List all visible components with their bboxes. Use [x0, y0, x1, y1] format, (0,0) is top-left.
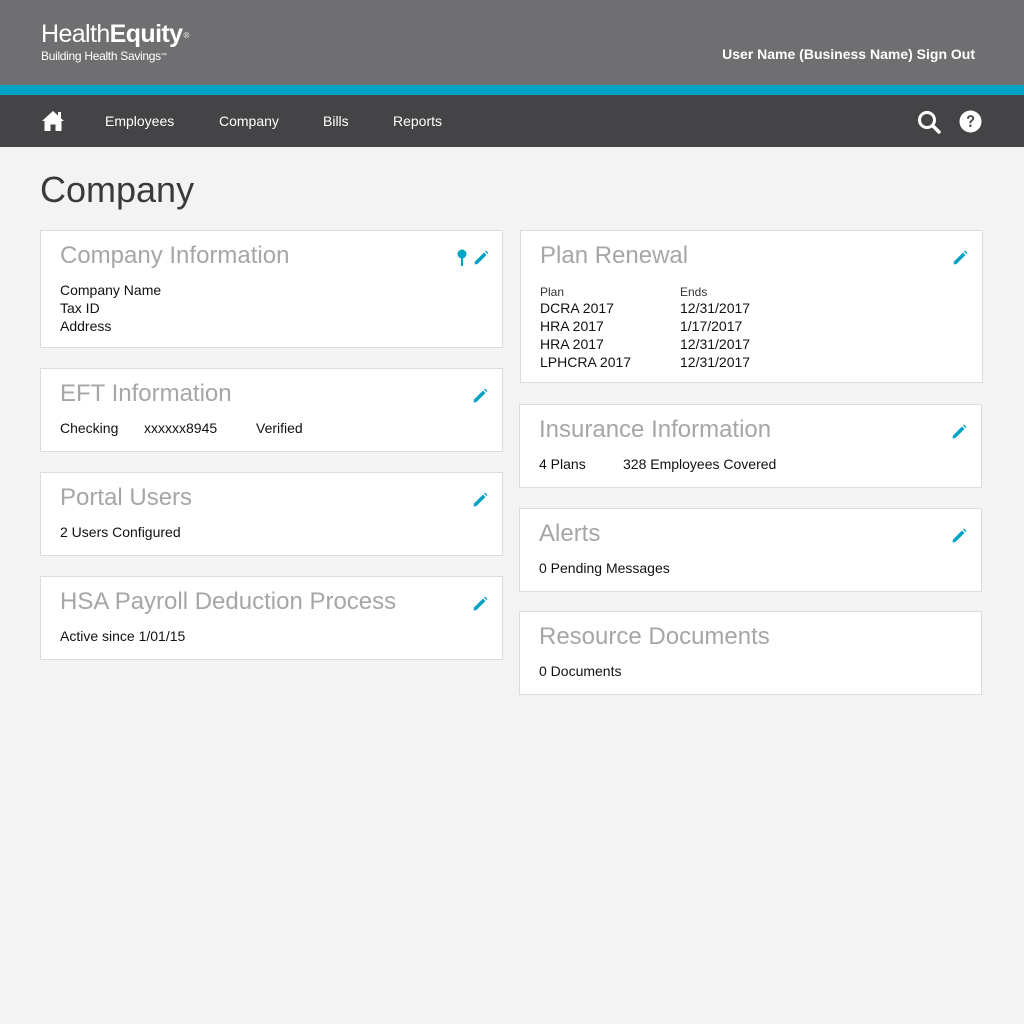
logo-word-equity: Equity: [109, 20, 183, 48]
plan-renewal-title: Plan Renewal: [540, 242, 689, 269]
top-header: HealthEquity® Building Health Savings™ U…: [0, 0, 1024, 85]
eft-information-title: EFT Information: [60, 380, 232, 407]
edit-pencil-icon[interactable]: [472, 596, 488, 612]
insurance-employees-covered: 328 Employees Covered: [623, 456, 777, 472]
search-icon[interactable]: [917, 110, 941, 134]
home-icon[interactable]: [41, 110, 65, 132]
edit-pencil-icon[interactable]: [473, 250, 489, 266]
plan-row-name: DCRA 2017: [540, 300, 614, 316]
help-icon[interactable]: [959, 110, 982, 133]
insurance-plan-count: 4 Plans: [539, 456, 586, 472]
company-information-title: Company Information: [60, 242, 290, 269]
alerts-card: Alerts 0 Pending Messages: [519, 508, 982, 592]
plan-row-end: 1/17/2017: [680, 318, 743, 334]
insurance-information-title: Insurance Information: [539, 416, 772, 443]
eft-information-card: EFT Information Checking xxxxxx8945 Veri…: [40, 368, 503, 452]
plan-row-end: 12/31/2017: [680, 300, 751, 316]
hsa-payroll-title: HSA Payroll Deduction Process: [60, 588, 397, 615]
address-label: Address: [60, 318, 112, 334]
plan-row-end: 12/31/2017: [680, 336, 751, 352]
main-nav: Employees Company Bills Reports: [0, 95, 1024, 147]
tax-id-label: Tax ID: [60, 300, 100, 316]
nav-employees[interactable]: Employees: [105, 113, 174, 129]
portal-users-title: Portal Users: [60, 484, 193, 511]
resource-documents-card: Resource Documents 0 Documents: [519, 611, 982, 695]
nav-bills[interactable]: Bills: [323, 113, 349, 129]
logo-trademark: ®: [183, 31, 189, 40]
eft-account-number: xxxxxx8945: [144, 420, 218, 436]
alerts-pending-messages: 0 Pending Messages: [539, 560, 670, 576]
logo-word-health: Health: [41, 20, 110, 48]
logo-tagline-text: Building Health Savings: [41, 49, 161, 63]
accent-stripe: [0, 85, 1024, 95]
user-signout-link[interactable]: User Name (Business Name) Sign Out: [722, 46, 975, 62]
resource-documents-title: Resource Documents: [539, 623, 770, 650]
plan-renewal-card: Plan Renewal Plan Ends DCRA 2017 12/31/2…: [520, 230, 983, 383]
plan-row-name: HRA 2017: [540, 318, 604, 334]
edit-pencil-icon[interactable]: [951, 528, 967, 544]
company-information-card: Company Information Company Name Tax ID …: [40, 230, 503, 348]
edit-pencil-icon[interactable]: [472, 388, 488, 404]
edit-pencil-icon[interactable]: [952, 250, 968, 266]
logo-tagline: Building Health Savings™: [41, 49, 189, 63]
logo-wordmark: HealthEquity®: [41, 20, 189, 48]
plan-row-name: HRA 2017: [540, 336, 604, 352]
eft-status: Verified: [256, 420, 303, 436]
location-pin-icon[interactable]: [456, 249, 468, 267]
hsa-payroll-status: Active since 1/01/15: [60, 628, 186, 644]
insurance-information-card: Insurance Information 4 Plans 328 Employ…: [519, 404, 982, 488]
portal-users-count: 2 Users Configured: [60, 524, 181, 540]
portal-users-card: Portal Users 2 Users Configured: [40, 472, 503, 556]
nav-reports[interactable]: Reports: [393, 113, 442, 129]
resource-documents-count: 0 Documents: [539, 663, 622, 679]
alerts-title: Alerts: [539, 520, 601, 547]
plan-row-name: LPHCRA 2017: [540, 354, 632, 370]
logo-tagline-mark: ™: [160, 53, 167, 59]
healthequity-logo[interactable]: HealthEquity® Building Health Savings™: [41, 20, 189, 63]
nav-company[interactable]: Company: [219, 113, 279, 129]
hsa-payroll-card: HSA Payroll Deduction Process Active sin…: [40, 576, 503, 660]
page-title: Company: [40, 169, 195, 210]
company-name-label: Company Name: [60, 282, 162, 298]
edit-pencil-icon[interactable]: [472, 492, 488, 508]
eft-account-type: Checking: [60, 420, 119, 436]
plan-row-end: 12/31/2017: [680, 354, 751, 370]
edit-pencil-icon[interactable]: [951, 424, 967, 440]
